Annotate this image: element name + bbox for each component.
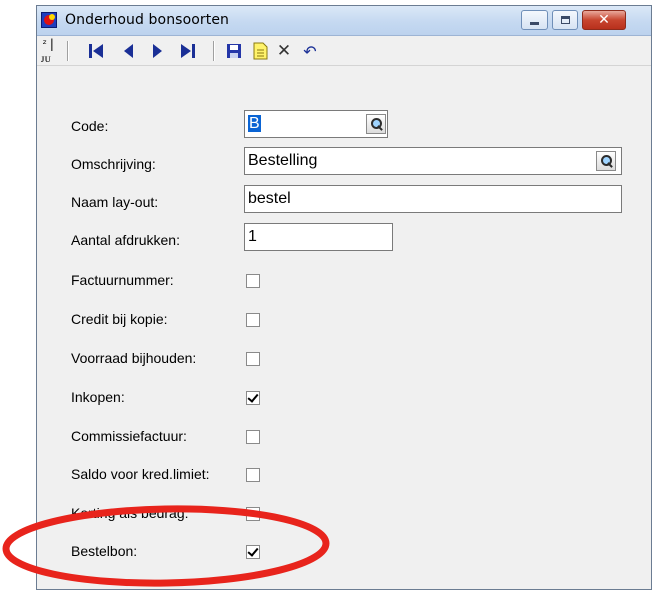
code-field[interactable]: B [244, 110, 388, 138]
saldo-voor-kred-limiet-label: Saldo voor kred.limiet: [71, 466, 210, 482]
voorraad-bijhouden-label: Voorraad bijhouden: [71, 350, 197, 366]
omschrijving-label: Omschrijving: [71, 156, 156, 172]
previous-record-button[interactable] [117, 40, 139, 62]
commissiefactuur-checkbox[interactable] [246, 430, 260, 444]
sort-icon: ᶻ|ᴊᴜ [41, 36, 56, 65]
aantal-afdrukken-field[interactable]: 1 [244, 223, 393, 251]
aantal-afdrukken-label: Aantal afdrukken: [71, 232, 180, 248]
first-record-icon [89, 44, 103, 58]
delete-button[interactable]: ✕ [273, 40, 295, 62]
factuurnummer-checkbox[interactable] [246, 274, 260, 288]
toolbar-separator [67, 41, 69, 61]
close-button[interactable]: ✕ [582, 10, 626, 30]
app-icon[interactable] [41, 12, 57, 28]
new-document-icon [253, 42, 268, 60]
previous-record-icon [124, 44, 133, 58]
maximize-icon [561, 16, 570, 24]
next-record-icon [153, 44, 162, 58]
save-button[interactable] [223, 40, 245, 62]
delete-icon: ✕ [276, 41, 292, 61]
new-document-button[interactable] [249, 40, 271, 62]
credit-bij-kopie-label: Credit bij kopie: [71, 311, 168, 327]
code-lookup-button[interactable] [366, 114, 386, 134]
bestelbon-label: Bestelbon: [71, 543, 138, 559]
last-record-icon [181, 44, 195, 58]
maximize-button[interactable] [552, 10, 578, 30]
korting-als-bedrag-checkbox[interactable] [246, 507, 260, 521]
commissiefactuur-label: Commissiefactuur: [71, 428, 187, 444]
toolbar-separator [213, 41, 215, 61]
omschrijving-value: Bestelling [248, 152, 318, 169]
first-record-button[interactable] [85, 40, 107, 62]
inkopen-checkbox[interactable] [246, 391, 260, 405]
minimize-icon [530, 22, 539, 25]
last-record-button[interactable] [177, 40, 199, 62]
code-label: Code: [71, 118, 109, 134]
window-title: Onderhoud bonsoorten [65, 12, 230, 28]
naam-layout-field[interactable]: bestel [244, 185, 622, 213]
minimize-button[interactable] [521, 10, 548, 30]
voorraad-bijhouden-checkbox[interactable] [246, 352, 260, 366]
title-bar[interactable]: Onderhoud bonsoorten ✕ [37, 6, 651, 36]
factuurnummer-label: Factuurnummer: [71, 272, 174, 288]
saldo-voor-kred-limiet-checkbox[interactable] [246, 468, 260, 482]
omschrijving-field[interactable]: Bestelling [244, 147, 622, 175]
credit-bij-kopie-checkbox[interactable] [246, 313, 260, 327]
sort-button[interactable]: ᶻ|ᴊᴜ [41, 37, 63, 65]
app-window: Onderhoud bonsoorten ✕ ᶻ|ᴊᴜ ✕ ↶ Code: B … [36, 5, 652, 590]
naam-layout-value: bestel [248, 190, 291, 207]
toolbar: ᶻ|ᴊᴜ ✕ ↶ [37, 36, 651, 66]
inkopen-label: Inkopen: [71, 389, 125, 405]
korting-als-bedrag-label: Korting als bedrag: [71, 505, 189, 521]
undo-button[interactable]: ↶ [299, 40, 321, 62]
bestelbon-checkbox[interactable] [246, 545, 260, 559]
code-value: B [248, 115, 261, 132]
undo-icon: ↶ [303, 41, 317, 61]
aantal-afdrukken-value: 1 [248, 228, 257, 245]
next-record-button[interactable] [147, 40, 169, 62]
naam-layout-label: Naam lay-out: [71, 194, 159, 210]
close-icon: ✕ [598, 12, 610, 28]
omschrijving-lookup-button[interactable] [596, 151, 616, 171]
save-icon [227, 44, 241, 58]
